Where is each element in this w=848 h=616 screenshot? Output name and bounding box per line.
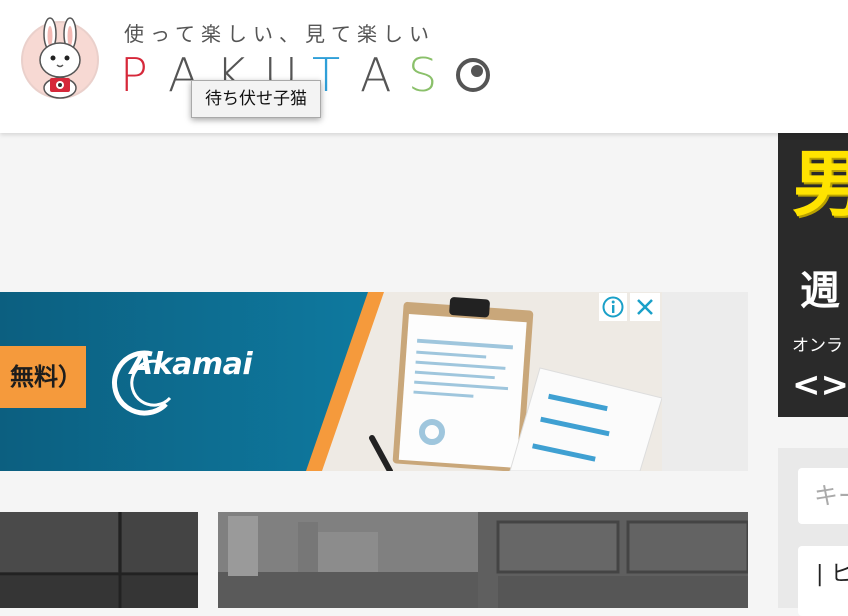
sidebar-ad-arrows-icon: <> <box>792 365 848 405</box>
logo-letter-a2: A <box>360 48 392 102</box>
site-header: 使って楽しい、見て楽しい P A K U T A S <box>0 0 848 133</box>
akamai-ad-creative[interactable]: 無料） Akamai <box>0 292 662 471</box>
photo-thumbnail[interactable] <box>218 512 748 608</box>
ad-close-icon[interactable] <box>630 293 660 321</box>
sidebar-advertisement[interactable]: 男 週 オンラ <> <box>778 133 848 417</box>
rabbit-mascot-logo-icon[interactable] <box>20 16 100 100</box>
logo-lens-icon <box>456 58 490 92</box>
main-content: 無料） Akamai <box>0 135 748 608</box>
image-title-tooltip: 待ち伏せ子猫 <box>191 80 321 118</box>
ad-background-graphic <box>0 292 662 471</box>
ad-info-icon[interactable] <box>599 293 627 321</box>
sidebar-ad-online: オンラ <box>792 336 843 356</box>
photo-thumbnail[interactable] <box>0 512 198 608</box>
logo-letter-s: S <box>408 48 438 102</box>
sidebar-ad-headline: 男 <box>792 142 848 226</box>
ad-brand-name: Akamai <box>130 347 253 382</box>
site-tagline: 使って楽しい、見て楽しい <box>124 22 435 46</box>
keyword-search-input[interactable]: キー <box>798 468 848 524</box>
sidebar-ad-week: 週 <box>800 268 840 314</box>
concrete-wall-photo <box>0 512 198 608</box>
category-list[interactable]: | ヒ <box>798 546 848 616</box>
logo-letter-p: P <box>120 48 148 102</box>
sidebar-panel: キー | ヒ <box>778 448 848 616</box>
street-wall-photo <box>218 512 748 608</box>
advertisement-banner[interactable]: 無料） Akamai <box>0 292 748 471</box>
ad-cta-button[interactable]: 無料） <box>0 346 86 408</box>
